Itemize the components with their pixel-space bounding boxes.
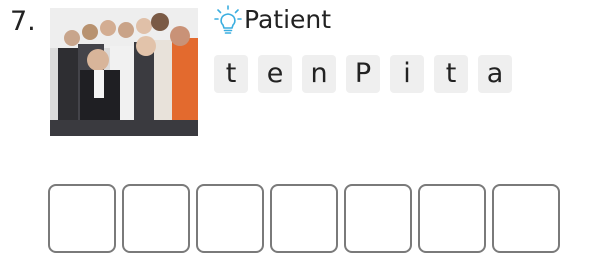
answer-slots: [48, 184, 560, 253]
answer-slot[interactable]: [492, 184, 560, 253]
letter-tile[interactable]: e: [258, 55, 292, 93]
answer-slot[interactable]: [418, 184, 486, 253]
answer-slot[interactable]: [196, 184, 264, 253]
letter-tile[interactable]: P: [346, 55, 380, 93]
letter-tile[interactable]: t: [434, 55, 468, 93]
letter-tiles: t e n P i t a: [214, 55, 512, 93]
answer-slot[interactable]: [344, 184, 412, 253]
answer-slot[interactable]: [48, 184, 116, 253]
letter-tile[interactable]: t: [214, 55, 248, 93]
letter-tile[interactable]: i: [390, 55, 424, 93]
answer-slot[interactable]: [122, 184, 190, 253]
letter-tile[interactable]: n: [302, 55, 336, 93]
hint-word: Patient: [244, 5, 332, 34]
letter-tile[interactable]: a: [478, 55, 512, 93]
lightbulb-icon: [214, 5, 242, 34]
question-image: [50, 8, 198, 136]
answer-slot[interactable]: [270, 184, 338, 253]
hint: Patient: [214, 4, 331, 36]
question-number: 7.: [10, 6, 36, 37]
